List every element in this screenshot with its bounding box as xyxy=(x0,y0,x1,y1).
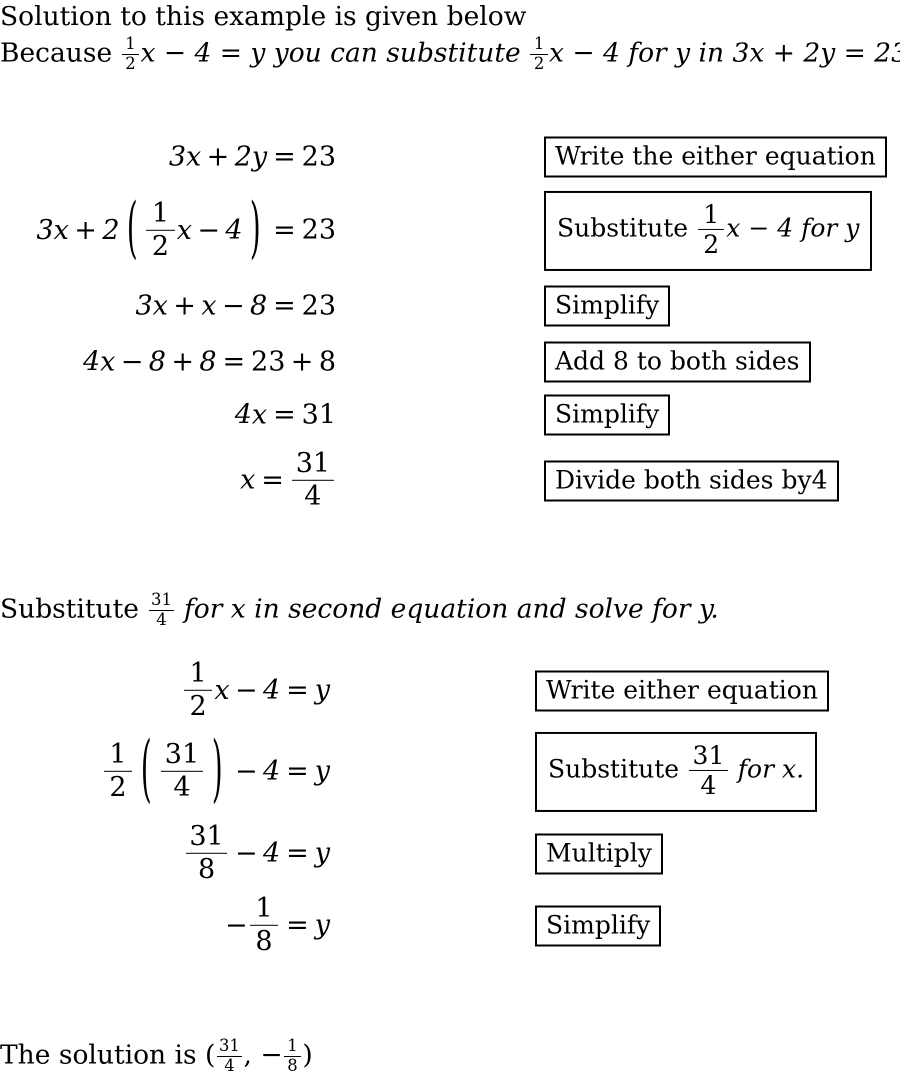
equation-10-rhs: y xyxy=(314,909,330,941)
note-2-suffix: x − 4 for y xyxy=(726,213,860,243)
equation-1-rhs: 23 xyxy=(301,141,336,173)
equation-9-lhs: 31 8−4 xyxy=(183,823,280,883)
equation-10: −1 8 = y xyxy=(224,893,330,958)
page-title-text: Solution to this example is given below xyxy=(0,1,527,32)
note-2: Substitute 12x − 4 for y xyxy=(544,190,873,272)
equation-9-fraction: 31 8 xyxy=(185,823,228,883)
intro-fraction-one-half-2: 12 xyxy=(530,35,548,73)
equation-3: 3x + x −8 = 23 xyxy=(135,290,336,322)
note-5: Simplify xyxy=(544,394,671,436)
note-3-text: Simplify xyxy=(555,290,660,320)
transition-suffix: for x in second equation and solve for y… xyxy=(175,593,719,625)
equation-3-lhs: 3x + x −8 xyxy=(135,290,268,322)
note-9: Multiply xyxy=(535,833,663,875)
note-4: Add 8 to both sides xyxy=(544,341,811,383)
conclusion-fraction-x: 31 4 xyxy=(216,1037,243,1075)
transition-sentence: Substitute 31 4 for x in second equation … xyxy=(0,591,719,629)
note-6: Divide both sides by4 xyxy=(544,460,839,502)
note-9-text: Multiply xyxy=(546,838,652,868)
page-title: Solution to this example is given below xyxy=(0,1,527,32)
intro-prefix: Because xyxy=(0,37,121,69)
note-8-fraction: 31 4 xyxy=(689,742,728,798)
equation-5: 4x = 31 xyxy=(234,399,336,431)
note-8: Substitute 31 4 for x. xyxy=(535,731,818,813)
transition-fraction: 31 4 xyxy=(148,591,175,629)
conclusion-prefix: The solution is ( xyxy=(0,1039,216,1071)
conclusion-fraction-y: 18 xyxy=(283,1037,302,1075)
equation-7: 1 2 x −4 = y xyxy=(0,660,330,721)
note-7-text: Write either equation xyxy=(546,675,818,705)
equation-6-lhs: x xyxy=(240,464,256,496)
equation-5-rhs: 31 xyxy=(301,399,336,431)
equation-6: x = 31 4 xyxy=(0,450,336,511)
note-8-suffix: for x. xyxy=(729,754,805,784)
equation-10-lhs: −1 8 xyxy=(224,895,280,955)
equation-6-fraction: 31 4 xyxy=(291,450,334,510)
equation-10-sign: − xyxy=(224,909,248,941)
note-10-text: Simplify xyxy=(546,910,651,940)
note-6-text: Divide both sides by4 xyxy=(555,465,828,495)
note-5-text: Simplify xyxy=(555,399,660,429)
equation-1-lhs: 3x +2y xyxy=(168,141,268,173)
equation-2-lhs: 3x +2(1 2 x −4) xyxy=(36,191,261,268)
note-1: Write the either equation xyxy=(544,136,887,178)
note-1-text: Write the either equation xyxy=(555,141,876,171)
note-2-fraction: 12 xyxy=(698,201,725,257)
conclusion-middle: , − xyxy=(243,1039,283,1071)
intro-middle-two: x − 4 for y in 3x + 2y = 23 xyxy=(549,37,900,69)
equation-4-lhs: 4x −8 +8 xyxy=(82,346,217,378)
equation-8-lhs: 1 2(31 4) −4 xyxy=(102,734,280,807)
equation-9-rhs: y xyxy=(314,837,330,869)
equation-8-fraction-half: 12 xyxy=(103,741,133,801)
note-4-text: Add 8 to both sides xyxy=(555,346,800,376)
equation-9: 31 8−4 = y xyxy=(0,823,330,884)
equation-8: 1 2(31 4) −4 = y xyxy=(0,734,330,807)
intro-sentence: Because 12x − 4 = y you can substitute 1… xyxy=(0,35,900,73)
intro-fraction-one-half: 12 xyxy=(121,35,140,73)
note-7: Write either equation xyxy=(535,670,829,712)
equation-8-fraction-inner: 31 4 xyxy=(161,741,203,801)
equation-2: 3x +2(1 2 x −4) = 23 xyxy=(36,191,336,268)
equation-3-rhs: 23 xyxy=(301,290,336,322)
equation-10-fraction: 18 xyxy=(249,895,279,955)
equation-4: 4x −8 +8 = 23 +8 xyxy=(82,346,336,378)
equation-2-rhs: 23 xyxy=(301,214,336,246)
equation-2-fraction: 12 xyxy=(146,200,175,260)
note-3: Simplify xyxy=(544,285,671,327)
equation-7-rhs: y xyxy=(314,674,330,706)
equation-5-lhs: 4x xyxy=(234,399,268,431)
conclusion-sentence: The solution is (31 4, −1 8) xyxy=(0,1037,313,1075)
transition-prefix: Substitute xyxy=(0,593,148,625)
equation-7-fraction: 12 xyxy=(183,660,213,720)
equation-7-lhs: 1 2 x −4 xyxy=(182,660,280,720)
equation-8-rhs: y xyxy=(314,755,330,787)
intro-middle-one: x − 4 = y you can substitute xyxy=(140,37,530,69)
note-2-prefix: Substitute xyxy=(557,213,697,243)
equation-4-rhs: 23 +8 xyxy=(251,346,336,378)
note-10: Simplify xyxy=(535,905,662,947)
conclusion-suffix: ) xyxy=(302,1039,313,1071)
equation-1: 3x +2y = 23 xyxy=(168,141,336,173)
note-8-prefix: Substitute xyxy=(548,754,688,784)
